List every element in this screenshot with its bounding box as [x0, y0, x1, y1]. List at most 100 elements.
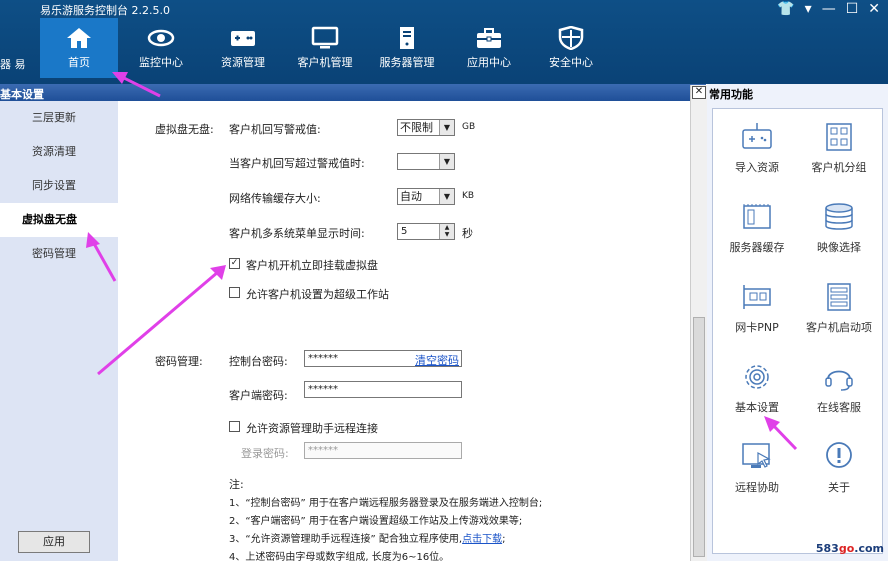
close-icon[interactable]: ✕ — [692, 86, 706, 99]
close-button[interactable]: ✕ — [868, 1, 880, 17]
exceed-label: 当客户机回写超过警戒值时: — [229, 157, 365, 170]
info-icon — [826, 442, 852, 468]
chevron-down-icon: ▼ — [439, 120, 454, 135]
spinner-arrows-icon[interactable]: ▲ ▼ — [439, 224, 454, 239]
watermark-suffix: .com — [854, 542, 884, 555]
site-watermark: 583go.com — [816, 542, 884, 555]
superws-checkbox[interactable] — [229, 287, 240, 298]
sidebar-item-password-management[interactable]: 密码管理 — [0, 237, 118, 271]
quick-label: 网卡PNP — [735, 321, 779, 334]
netcache-label: 网络传输缓存大小: — [229, 192, 321, 205]
watermark-mid: go — [838, 542, 855, 555]
nav-client-management[interactable]: 客户机管理 — [286, 18, 364, 78]
app-title: 易乐游服务控制台 2.2.5.0 — [40, 4, 170, 17]
apply-button[interactable]: 应用 — [18, 531, 90, 553]
watermark-prefix: 583 — [815, 542, 839, 555]
network-card-icon — [743, 285, 771, 309]
quick-import-resource[interactable]: 导入资源 — [717, 115, 797, 191]
nav-label: 监控中心 — [139, 56, 183, 69]
note-line-1: 1、“控制台密码” 用于在客户端远程服务器登录及在服务端进入控制台; — [229, 498, 543, 509]
window-controls: 👕 ▾ — ☐ ✕ — [777, 0, 880, 18]
quick-label: 服务器缓存 — [729, 241, 785, 254]
chevron-down-icon: ▼ — [439, 154, 454, 169]
resource-icon — [231, 31, 255, 46]
menu-time-label: 客户机多系统菜单显示时间: — [229, 227, 365, 240]
menu-time-stepper[interactable]: 5 ▲ ▼ — [397, 223, 455, 240]
client-password-field[interactable]: ****** — [304, 381, 462, 398]
quick-image-select[interactable]: 映像选择 — [799, 195, 879, 271]
mount-vdisk-checkbox[interactable]: ✓ — [229, 258, 240, 269]
settings-content: 虚拟盘无盘: 客户机回写警戒值: 不限制 ▼ GB 当客户机回写超过警戒值时: ▼… — [118, 101, 690, 561]
monitor-icon — [311, 26, 339, 49]
sidebar-item-resource-cleanup[interactable]: 资源清理 — [0, 135, 118, 169]
login-password-label: 登录密码: — [241, 447, 289, 460]
nav-app-center[interactable]: 应用中心 — [450, 18, 528, 78]
content-header-strip — [118, 84, 706, 101]
quick-about[interactable]: 关于 — [799, 435, 879, 511]
console-password-value: ****** — [308, 353, 338, 364]
quick-online-support[interactable]: 在线客服 — [799, 355, 879, 431]
netcache-unit: KB — [462, 191, 475, 201]
nav-monitor-center[interactable]: 监控中心 — [122, 18, 200, 78]
login-password-field[interactable]: ****** — [304, 442, 462, 459]
nav-home[interactable]: 首页 — [40, 18, 118, 78]
quick-basic-settings[interactable]: 基本设置 — [717, 355, 797, 431]
server-icon — [400, 27, 414, 49]
mount-vdisk-label: 客户机开机立即挂载虚拟盘 — [246, 259, 378, 272]
memory-icon — [743, 204, 771, 229]
quick-functions-grid: 导入资源 客户机分组 服务器缓存 映像选择 网卡PNP 客户机启动项 基本设置 … — [712, 108, 883, 554]
toolbox-icon — [477, 28, 501, 48]
remote-connect-checkbox[interactable] — [229, 421, 240, 432]
nav-server-management[interactable]: 服务器管理 — [368, 18, 446, 78]
superws-label: 允许客户机设置为超级工作站 — [246, 288, 389, 301]
vdisk-section-label: 虚拟盘无盘: — [155, 123, 214, 136]
writeback-label: 客户机回写警戒值: — [229, 123, 321, 136]
quick-remote-assist[interactable]: 远程协助 — [717, 435, 797, 511]
nav-label: 客户机管理 — [297, 56, 353, 69]
netcache-select[interactable]: 自动 ▼ — [397, 188, 455, 205]
quick-functions-title: 常用功能 — [709, 88, 753, 101]
home-icon — [67, 28, 91, 48]
quick-label: 基本设置 — [735, 401, 779, 414]
sidebar-item-three-layer-update[interactable]: 三层更新 — [0, 101, 118, 135]
top-bar: 易乐游服务控制台 2.2.5.0 👕 ▾ — ☐ ✕ 器 易 首页 监控中心 资… — [0, 0, 888, 84]
group-icon — [826, 123, 852, 151]
quick-client-boot-items[interactable]: 客户机启动项 — [799, 275, 879, 351]
menu-time-value: 5 — [401, 226, 408, 237]
exceed-action-select[interactable]: ▼ — [397, 153, 455, 170]
eye-icon — [147, 29, 175, 47]
sidebar-item-virtual-disk[interactable]: 虚拟盘无盘 — [0, 203, 118, 237]
login-password-value: ****** — [308, 445, 338, 456]
quick-functions-panel: 常用功能 导入资源 客户机分组 服务器缓存 映像选择 网卡PNP 客户机启动项 … — [707, 84, 888, 561]
client-password-label: 客户端密码: — [229, 389, 288, 402]
boot-list-icon — [827, 283, 851, 311]
note-line-3-text: 3、“允许资源管理助手远程连接” 配合独立程序使用, — [229, 534, 463, 545]
quick-server-cache[interactable]: 服务器缓存 — [717, 195, 797, 271]
download-link[interactable]: 点击下载 — [462, 534, 502, 545]
quick-nic-pnp[interactable]: 网卡PNP — [717, 275, 797, 351]
nav-label: 服务器管理 — [379, 56, 435, 69]
note-line-3-end: ; — [502, 534, 506, 545]
clear-password-link[interactable]: 清空密码 — [415, 352, 459, 368]
quick-client-group[interactable]: 客户机分组 — [799, 115, 879, 191]
content-scrollbar[interactable]: ✕ — [690, 85, 707, 561]
left-panel-title: 基本设置 — [0, 84, 118, 101]
menu-dropdown-icon[interactable]: ▾ — [805, 1, 812, 17]
import-icon — [742, 123, 772, 149]
settings-sidebar: 三层更新 资源清理 同步设置 虚拟盘无盘 密码管理 — [0, 101, 118, 561]
quick-label: 导入资源 — [735, 161, 779, 174]
skin-icon[interactable]: 👕 — [777, 1, 794, 17]
nav-resource-management[interactable]: 资源管理 — [204, 18, 282, 78]
client-password-value: ****** — [308, 384, 338, 395]
writeback-select[interactable]: 不限制 ▼ — [397, 119, 455, 136]
maximize-button[interactable]: ☐ — [846, 1, 859, 17]
scrollbar-thumb[interactable] — [693, 317, 705, 557]
sidebar-item-sync-settings[interactable]: 同步设置 — [0, 169, 118, 203]
nav-label: 资源管理 — [221, 56, 265, 69]
note-line-3: 3、“允许资源管理助手远程连接” 配合独立程序使用,点击下载; — [229, 530, 505, 545]
minimize-button[interactable]: — — [822, 1, 836, 17]
quick-label: 客户机启动项 — [806, 321, 872, 334]
chevron-down-icon: ▼ — [439, 189, 454, 204]
nav-security-center[interactable]: 安全中心 — [532, 18, 610, 78]
password-section-label: 密码管理: — [155, 355, 203, 368]
